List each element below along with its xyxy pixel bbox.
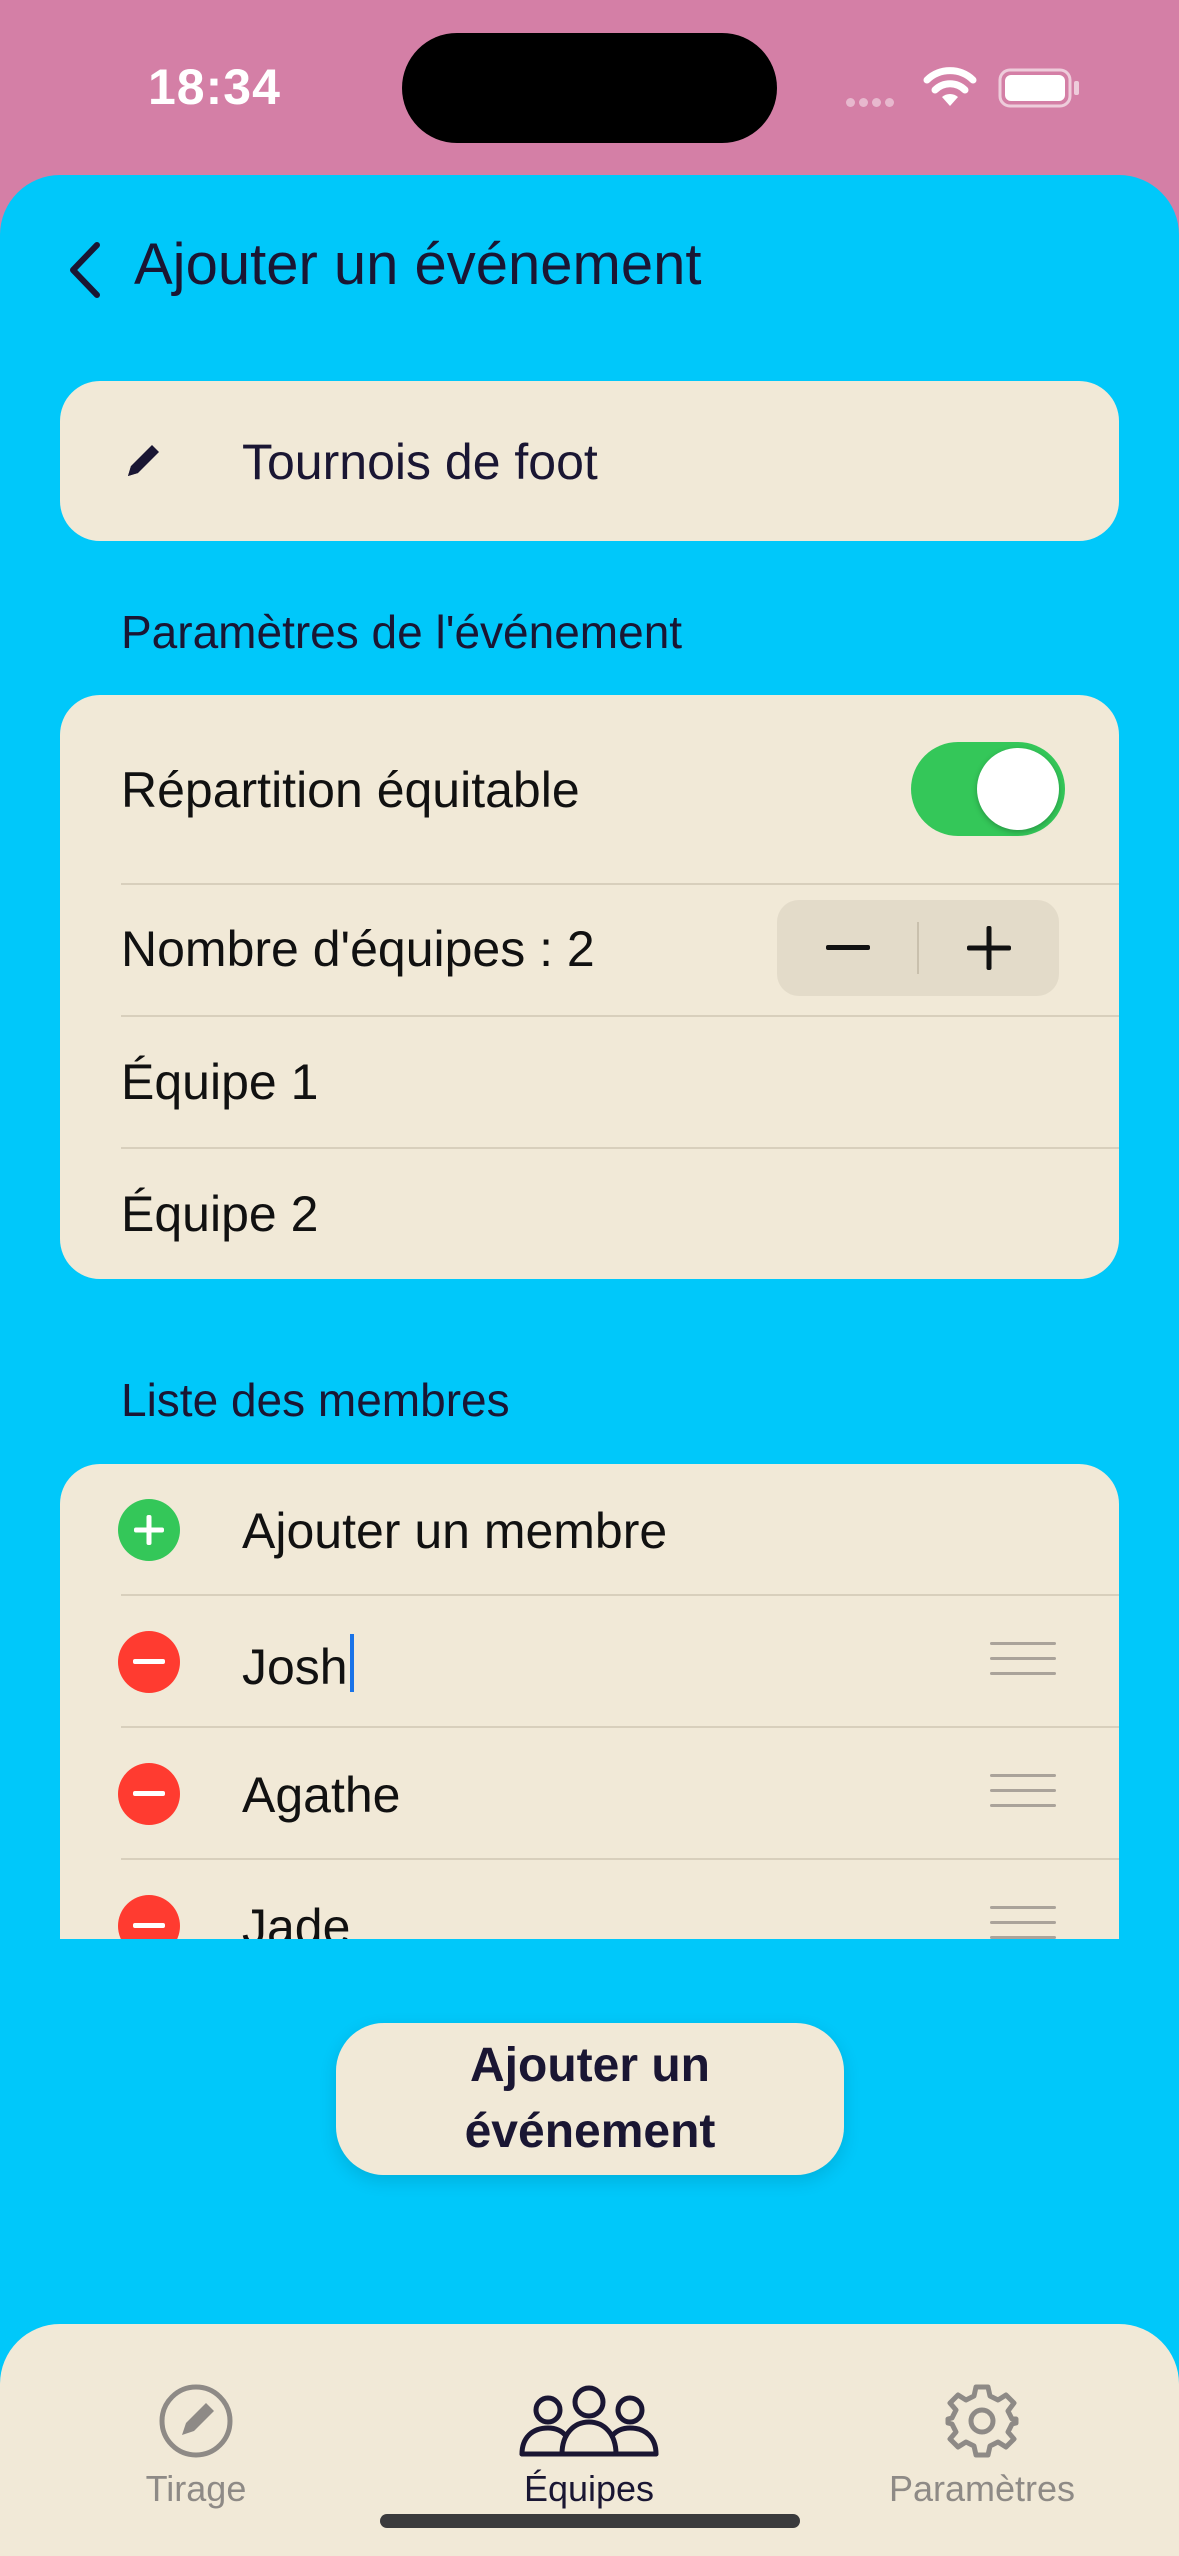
status-bar: 18:34 — [0, 0, 1179, 175]
member-row[interactable]: Jade — [60, 1860, 1119, 1939]
plus-icon — [966, 926, 1011, 970]
minus-icon — [825, 945, 870, 950]
fair-split-toggle[interactable] — [911, 742, 1065, 836]
main-sheet: Ajouter un événement Tournois de foot Pa… — [0, 175, 1179, 2556]
drag-handle-icon[interactable] — [990, 1774, 1056, 1819]
status-time: 18:34 — [148, 59, 281, 115]
pencil-icon — [128, 445, 159, 476]
signal-icon — [846, 94, 898, 112]
params-card: Répartition équitable Nombre d'équipes :… — [60, 695, 1119, 1279]
add-member-row[interactable]: Ajouter un membre — [60, 1464, 1119, 1596]
increment-button[interactable] — [918, 900, 1059, 996]
back-button[interactable] — [55, 230, 115, 310]
team-label: Équipe 2 — [121, 1186, 319, 1242]
remove-circle-icon[interactable] — [118, 1895, 180, 1939]
team-row[interactable]: Équipe 1 — [60, 1017, 1119, 1147]
compass-icon — [159, 2384, 233, 2458]
team-count-label: Nombre d'équipes : 2 — [121, 921, 595, 977]
section-title-params: Paramètres de l'événement — [121, 606, 683, 658]
remove-circle-icon[interactable] — [118, 1631, 180, 1693]
page-title: Ajouter un événement — [134, 232, 702, 297]
gear-icon — [945, 2384, 1019, 2458]
remove-circle-icon[interactable] — [118, 1763, 180, 1825]
member-name[interactable]: Agathe — [242, 1766, 400, 1824]
tab-equipes[interactable]: Équipes — [459, 2376, 719, 2526]
member-name-input[interactable]: Josh — [242, 1634, 354, 1696]
member-name: Josh — [242, 1639, 348, 1695]
drag-handle-icon[interactable] — [990, 1906, 1056, 1939]
add-event-button[interactable]: Ajouter un événement — [336, 2023, 844, 2175]
navigation-bar: Ajouter un événement — [0, 175, 1179, 355]
battery-icon — [998, 68, 1079, 108]
chevron-left-icon — [70, 242, 100, 298]
dynamic-island — [402, 33, 777, 143]
member-name[interactable]: Jade — [242, 1898, 350, 1939]
decrement-button[interactable] — [777, 900, 918, 996]
tab-parametres[interactable]: Paramètres — [852, 2376, 1112, 2526]
add-circle-icon[interactable] — [118, 1499, 180, 1561]
section-title-members: Liste des membres — [121, 1374, 510, 1426]
tab-label: Paramètres — [888, 2468, 1076, 2509]
home-indicator — [380, 2514, 800, 2528]
wifi-icon — [923, 67, 977, 106]
plus-icon — [134, 1515, 164, 1545]
team-label: Équipe 1 — [121, 1054, 319, 1110]
minus-icon — [133, 1659, 165, 1664]
members-card: Ajouter un membre Josh Agathe Jade — [60, 1464, 1119, 1939]
minus-icon — [133, 1791, 165, 1796]
team-row[interactable]: Équipe 2 — [60, 1149, 1119, 1279]
member-row[interactable]: Josh — [60, 1596, 1119, 1728]
minus-icon — [133, 1923, 165, 1928]
add-member-label: Ajouter un membre — [242, 1503, 668, 1559]
drag-handle-icon[interactable] — [990, 1642, 1056, 1687]
fair-split-label: Répartition équitable — [121, 762, 580, 818]
fair-split-row: Répartition équitable — [60, 695, 1119, 883]
event-name-field[interactable]: Tournois de foot — [60, 381, 1119, 541]
add-event-button-label: Ajouter un événement — [464, 2039, 716, 2158]
team-count-stepper[interactable] — [777, 900, 1059, 996]
text-caret — [349, 1634, 354, 1692]
member-row[interactable]: Agathe — [60, 1728, 1119, 1860]
tab-tirage[interactable]: Tirage — [66, 2376, 326, 2526]
event-name-value: Tournois de foot — [242, 434, 598, 490]
tab-label: Tirage — [145, 2468, 247, 2509]
toggle-knob — [977, 748, 1059, 830]
tab-label: Équipes — [523, 2468, 655, 2509]
people-icon — [519, 2385, 659, 2457]
